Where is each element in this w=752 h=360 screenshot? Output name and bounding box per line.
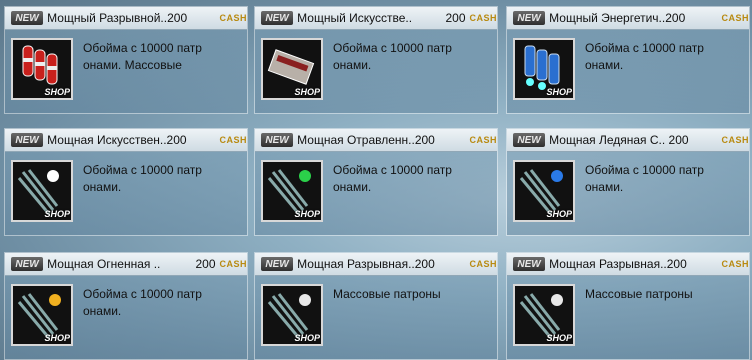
card-body: SHOP Обойма с 10000 патр онами. <box>507 152 749 235</box>
currency-label: CASH <box>219 259 248 269</box>
item-name: Мощный Разрывной..200 <box>47 11 188 25</box>
item-name: Мощная Отравленн..200 <box>297 133 435 147</box>
new-badge: NEW <box>11 11 44 25</box>
item-description: Обойма с 10000 патр онами. <box>83 287 202 318</box>
card-body: SHOP Обойма с 10000 патр онами. <box>255 30 497 113</box>
currency-label: CASH <box>219 135 248 145</box>
shop-card[interactable]: NEW Мощный Искусстве.. 200 CASH SHOP Обо… <box>254 6 498 114</box>
card-body: SHOP Обойма с 10000 патр онами. <box>5 152 247 235</box>
item-name: Мощный Энергетич..200 <box>549 11 686 25</box>
item-name: Мощная Разрывная..200 <box>297 257 435 271</box>
card-header: NEW Мощная Разрывная..200 CASH <box>507 253 749 276</box>
card-body: SHOP Обойма с 10000 патр онами. <box>507 30 749 113</box>
item-name: Мощная Разрывная..200 <box>549 257 687 271</box>
item-name: Мощная Ледяная С.. 200 <box>549 133 689 147</box>
shop-tag: SHOP <box>546 209 572 219</box>
card-header: NEW Мощный Искусстве.. 200 CASH <box>255 7 497 30</box>
poison-bolts-icon[interactable]: SHOP <box>261 160 323 222</box>
shop-card[interactable]: NEW Мощная Разрывная..200 CASH SHOP Масс… <box>506 252 750 360</box>
card-header: NEW Мощный Энергетич..200 CASH <box>507 7 749 30</box>
new-badge: NEW <box>261 257 294 271</box>
new-badge: NEW <box>513 133 546 147</box>
currency-label: CASH <box>219 13 248 23</box>
fire-bolts-icon[interactable]: SHOP <box>11 284 73 346</box>
card-header: NEW Мощная Искусствен..200 CASH <box>5 129 247 152</box>
card-header: NEW Мощная Ледяная С.. 200 CASH <box>507 129 749 152</box>
item-description: Обойма с 10000 патр онами. <box>83 163 202 194</box>
item-description: Обойма с 10000 патр онами. <box>333 163 452 194</box>
card-body: SHOP Массовые патроны <box>507 276 749 359</box>
ammo-box-icon[interactable]: SHOP <box>261 38 323 100</box>
currency-label: CASH <box>469 135 498 145</box>
item-description: Обойма с 10000 патр онами. <box>585 163 704 194</box>
card-header: NEW Мощная Отравленн..200 CASH <box>255 129 497 152</box>
shop-tag: SHOP <box>44 87 70 97</box>
shop-card[interactable]: NEW Мощная Огненная .. 200 CASH SHOP Обо… <box>4 252 248 360</box>
item-name: Мощная Огненная .. <box>47 257 161 271</box>
item-description: Обойма с 10000 патр онами. <box>333 41 452 72</box>
currency-label: CASH <box>721 135 750 145</box>
shop-tag: SHOP <box>546 333 572 343</box>
item-name: Мощный Искусстве.. <box>297 11 413 25</box>
shop-tag: SHOP <box>294 333 320 343</box>
shop-tag: SHOP <box>44 333 70 343</box>
card-body: SHOP Обойма с 10000 патр онами. Массовые <box>5 30 247 113</box>
card-header: NEW Мощный Разрывной..200 CASH <box>5 7 247 30</box>
card-header: NEW Мощная Огненная .. 200 CASH <box>5 253 247 276</box>
new-badge: NEW <box>513 11 546 25</box>
new-badge: NEW <box>11 257 44 271</box>
red-ammo-icon[interactable]: SHOP <box>11 38 73 100</box>
shop-tag: SHOP <box>294 87 320 97</box>
item-price: 200 <box>195 257 216 271</box>
currency-label: CASH <box>469 259 498 269</box>
shop-card[interactable]: NEW Мощная Ледяная С.. 200 CASH SHOP Обо… <box>506 128 750 236</box>
item-description: Массовые патроны <box>585 287 693 301</box>
shop-card[interactable]: NEW Мощный Разрывной..200 CASH SHOP Обой… <box>4 6 248 114</box>
shop-tag: SHOP <box>546 87 572 97</box>
item-name: Мощная Искусствен..200 <box>47 133 187 147</box>
shop-card[interactable]: NEW Мощная Искусствен..200 CASH SHOP Обо… <box>4 128 248 236</box>
ice-bolts-icon[interactable]: SHOP <box>513 160 575 222</box>
shop-tag: SHOP <box>294 209 320 219</box>
new-badge: NEW <box>513 257 546 271</box>
item-description: Массовые патроны <box>333 287 441 301</box>
shop-grid: NEW Мощный Разрывной..200 CASH SHOP Обой… <box>0 0 752 360</box>
item-description: Обойма с 10000 патр онами. Массовые <box>83 41 202 72</box>
new-badge: NEW <box>261 133 294 147</box>
card-body: SHOP Массовые патроны <box>255 276 497 359</box>
card-body: SHOP Обойма с 10000 патр онами. <box>5 276 247 359</box>
item-description: Обойма с 10000 патр онами. <box>585 41 704 72</box>
shop-card[interactable]: NEW Мощный Энергетич..200 CASH SHOP Обой… <box>506 6 750 114</box>
explosive-bolts-icon[interactable]: SHOP <box>261 284 323 346</box>
shop-card[interactable]: NEW Мощная Разрывная..200 CASH SHOP Масс… <box>254 252 498 360</box>
card-body: SHOP Обойма с 10000 патр онами. <box>255 152 497 235</box>
item-price: 200 <box>445 11 466 25</box>
currency-label: CASH <box>721 13 750 23</box>
explosive-bolts-icon[interactable]: SHOP <box>513 284 575 346</box>
shop-tag: SHOP <box>44 209 70 219</box>
shop-card[interactable]: NEW Мощная Отравленн..200 CASH SHOP Обой… <box>254 128 498 236</box>
currency-label: CASH <box>721 259 750 269</box>
energy-ammo-icon[interactable]: SHOP <box>513 38 575 100</box>
crossbow-bolts-icon[interactable]: SHOP <box>11 160 73 222</box>
new-badge: NEW <box>11 133 44 147</box>
currency-label: CASH <box>469 13 498 23</box>
card-header: NEW Мощная Разрывная..200 CASH <box>255 253 497 276</box>
new-badge: NEW <box>261 11 294 25</box>
